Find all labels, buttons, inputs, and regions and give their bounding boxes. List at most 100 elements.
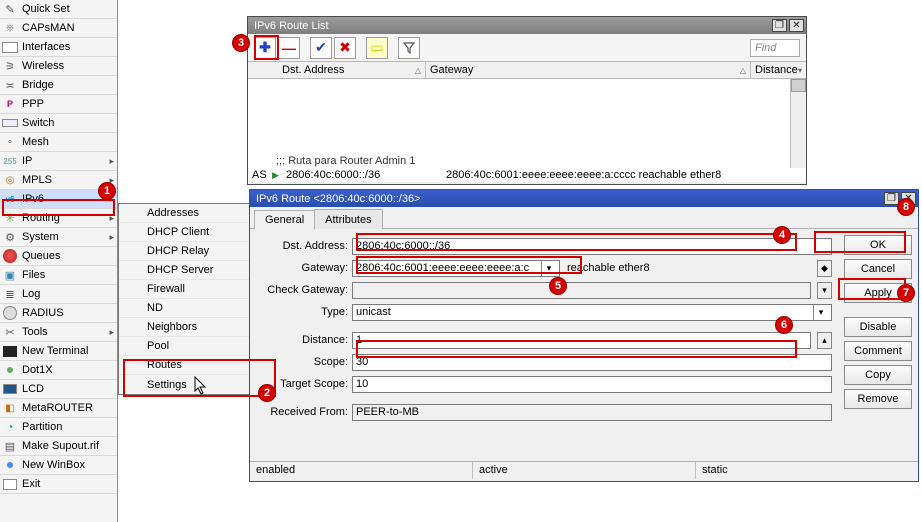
disable-button[interactable]: Disable <box>844 317 912 337</box>
cancel-button[interactable]: Cancel <box>844 259 912 279</box>
route-dialog-tabs: General Attributes <box>250 207 918 229</box>
sidebar-item-ip[interactable]: 255IP▸ <box>0 152 117 171</box>
label-dst: Dst. Address: <box>256 240 352 252</box>
status-static: static <box>696 462 918 479</box>
tab-general[interactable]: General <box>254 210 315 230</box>
sidebar-item-label: IP <box>22 155 32 167</box>
copy-button[interactable]: Copy <box>844 365 912 385</box>
dropdown-icon[interactable]: ▾ <box>541 261 556 276</box>
comment-button[interactable]: Comment <box>844 341 912 361</box>
add-button[interactable]: ✚ <box>254 37 276 59</box>
annotation-marker-4: 4 <box>773 226 791 244</box>
add-gateway-icon[interactable]: ◆ <box>817 260 832 277</box>
comment-button[interactable]: ▭ <box>366 37 388 59</box>
sidebar-item-system[interactable]: ⚙System▸ <box>0 228 117 247</box>
submenu-item-label: Firewall <box>147 283 185 295</box>
winbox-icon <box>2 457 18 473</box>
find-input[interactable]: Find <box>750 39 800 57</box>
close-icon[interactable]: ✕ <box>789 19 804 32</box>
route-list-header: Dst. Address△ Gateway△ Distance▾ <box>248 62 806 79</box>
submenu-item-label: Pool <box>147 340 169 352</box>
label-type: Type: <box>256 306 352 318</box>
status-active: active <box>473 462 696 479</box>
window-title: IPv6 Route <2806:40c:6000::/36> <box>256 193 421 205</box>
remove-button[interactable]: — <box>278 37 300 59</box>
mouse-cursor-icon <box>194 376 210 396</box>
annotation-marker-5: 5 <box>549 277 567 295</box>
sidebar-item-label: Log <box>22 288 40 300</box>
sidebar-item-label: Files <box>22 269 45 281</box>
sidebar-item-new-terminal[interactable]: New Terminal <box>0 342 117 361</box>
sidebar-item-queues[interactable]: Queues <box>0 247 117 266</box>
check-gateway-field[interactable] <box>352 282 811 299</box>
dot1x-icon <box>2 362 18 378</box>
sidebar-item-capsman[interactable]: ⎈CAPsMAN <box>0 19 117 38</box>
tab-attributes[interactable]: Attributes <box>314 209 382 229</box>
sidebar-item-radius[interactable]: RADIUS <box>0 304 117 323</box>
sidebar-item-interfaces[interactable]: Interfaces <box>0 38 117 57</box>
sidebar-item-partition[interactable]: ◔Partition <box>0 418 117 437</box>
route-list-window: IPv6 Route List ❐ ✕ ✚ — ✔ ✖ ▭ Find Dst. … <box>247 16 807 185</box>
label-distance: Distance: <box>256 334 352 346</box>
route-list-body: ;;; Ruta para Router Admin 1 AS ▶ 2806:4… <box>248 79 806 181</box>
mpls-icon: ◎ <box>2 172 18 188</box>
route-row[interactable]: AS ▶ 2806:40c:6000::/36 2806:40c:6001:ee… <box>248 168 806 182</box>
sidebar-item-tools[interactable]: ✂Tools▸ <box>0 323 117 342</box>
sidebar-item-quickset[interactable]: ✎Quick Set <box>0 0 117 19</box>
label-scope: Scope: <box>256 356 352 368</box>
status-enabled: enabled <box>250 462 473 479</box>
enable-button[interactable]: ✔ <box>310 37 332 59</box>
route-dialog-statusbar: enabled active static <box>250 461 918 479</box>
routing-icon: ✳ <box>2 210 18 226</box>
chevron-down-icon: ▾ <box>798 66 802 75</box>
sidebar-item-label: RADIUS <box>22 307 64 319</box>
column-header-distance[interactable]: Distance▾ <box>751 62 806 78</box>
route-list-titlebar[interactable]: IPv6 Route List ❐ ✕ <box>248 17 806 34</box>
disable-button[interactable]: ✖ <box>334 37 356 59</box>
sidebar-item-metarouter[interactable]: ◧MetaROUTER <box>0 399 117 418</box>
annotation-marker-3: 3 <box>232 34 250 52</box>
ok-button[interactable]: OK <box>844 235 912 255</box>
route-dialog-titlebar[interactable]: IPv6 Route <2806:40c:6000::/36> ❐ ✕ <box>250 190 918 207</box>
restore-icon[interactable]: ❐ <box>772 19 787 32</box>
sidebar-item-dot1x[interactable]: Dot1X <box>0 361 117 380</box>
sidebar-item-label: Queues <box>22 250 61 262</box>
sidebar-item-switch[interactable]: Switch <box>0 114 117 133</box>
column-header-dst[interactable]: Dst. Address△ <box>248 62 426 78</box>
metarouter-icon: ◧ <box>2 400 18 416</box>
filter-button[interactable] <box>398 37 420 59</box>
distance-field[interactable]: 1 <box>352 332 811 349</box>
sidebar-item-log[interactable]: ≣Log <box>0 285 117 304</box>
remove-button[interactable]: Remove <box>844 389 912 409</box>
scope-field[interactable]: 30 <box>352 354 832 371</box>
chevron-up-icon[interactable]: ▴ <box>817 332 832 349</box>
type-field[interactable]: unicast ▾ <box>352 304 832 321</box>
sidebar-item-label: MPLS <box>22 174 52 186</box>
bridge-icon: ≍ <box>2 77 18 93</box>
annotation-marker-1: 1 <box>98 182 116 200</box>
dst-address-field[interactable]: 2806:40c:6000::/36 <box>352 238 832 255</box>
gateway-field[interactable]: 2806:40c:6001:eeee:eeee:eeee:a:c ▾ <box>352 260 560 277</box>
sidebar-item-mesh[interactable]: ∘Mesh <box>0 133 117 152</box>
sidebar-item-ppp[interactable]: PPPP <box>0 95 117 114</box>
sidebar-item-bridge[interactable]: ≍ Bridge <box>0 76 117 95</box>
target-scope-field[interactable]: 10 <box>352 376 832 393</box>
sidebar-item-label: Bridge <box>22 79 54 91</box>
sidebar-item-wireless[interactable]: ⚞Wireless <box>0 57 117 76</box>
sidebar-item-files[interactable]: ▣Files <box>0 266 117 285</box>
sidebar-item-exit[interactable]: Exit <box>0 475 117 494</box>
sidebar-item-lcd[interactable]: LCD <box>0 380 117 399</box>
dropdown-icon[interactable]: ▾ <box>813 305 828 320</box>
sidebar-item-routing[interactable]: ✳Routing▸ <box>0 209 117 228</box>
column-header-gateway[interactable]: Gateway△ <box>426 62 751 78</box>
sidebar-item-new-winbox[interactable]: New WinBox <box>0 456 117 475</box>
sidebar-item-supout[interactable]: ▤Make Supout.rif <box>0 437 117 456</box>
route-gw: 2806:40c:6001:eeee:eeee:eeee:a:cccc reac… <box>444 169 806 181</box>
sidebar-item-label: Interfaces <box>22 41 70 53</box>
scrollbar[interactable] <box>790 79 806 181</box>
scroll-up-icon[interactable] <box>791 79 806 92</box>
sidebar-item-label: Dot1X <box>22 364 53 376</box>
system-icon: ⚙ <box>2 229 18 245</box>
chevron-down-icon[interactable]: ▾ <box>817 282 832 299</box>
route-dialog-window: IPv6 Route <2806:40c:6000::/36> ❐ ✕ Gene… <box>249 189 919 482</box>
